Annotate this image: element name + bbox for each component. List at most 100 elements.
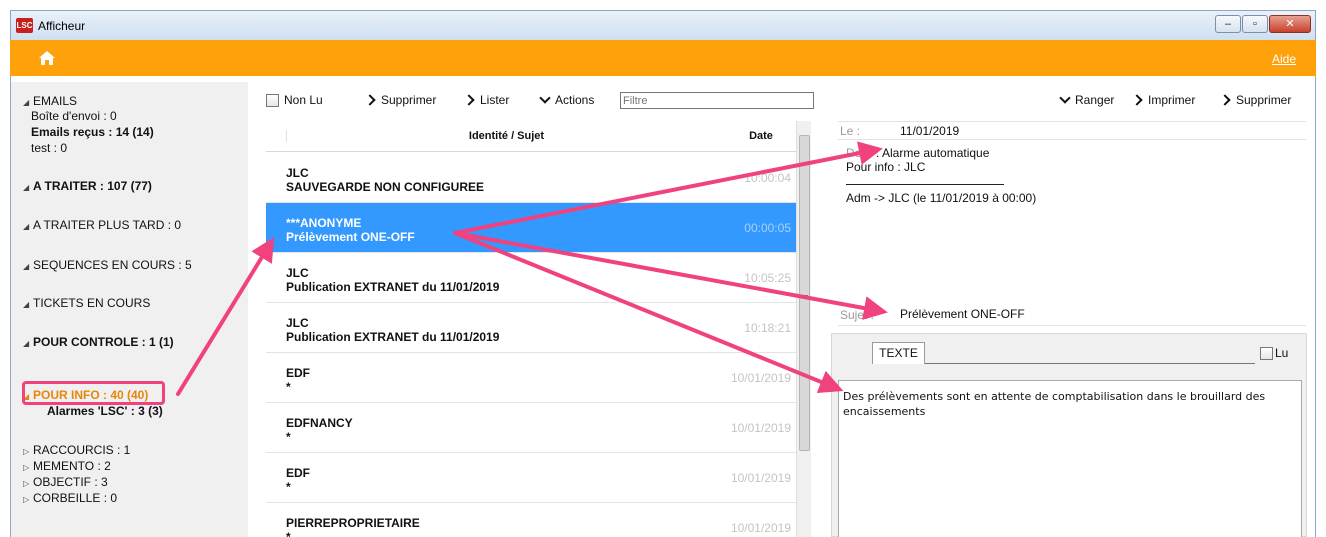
from-label: De : [846, 146, 869, 160]
chevron-right-icon [1221, 94, 1231, 106]
window-controls: ‒ ▫ ✕ [1215, 15, 1311, 33]
chevron-down-icon [540, 94, 550, 106]
sidebar-item-label: A TRAITER : 107 (77) [33, 179, 152, 193]
close-icon: ✕ [1285, 18, 1295, 30]
sidebar-item-test[interactable]: test : 0 [31, 141, 67, 155]
sidebar-item-sequences[interactable]: ◢ SEQUENCES EN COURS : 5 [23, 258, 192, 272]
actions-button[interactable]: Actions [540, 93, 594, 107]
lu-toggle[interactable]: Lu [1260, 346, 1288, 360]
row-sender: JLC [286, 266, 309, 280]
detail-delete-button[interactable]: Supprimer [1221, 93, 1291, 107]
collapsed-triangle-icon: ▷ [23, 447, 30, 456]
sidebar-item-label: MEMENTO : 2 [33, 459, 111, 473]
ranger-button[interactable]: Ranger [1060, 93, 1114, 107]
row-date: 10/01/2019 [730, 471, 791, 485]
expanded-triangle-icon: ◢ [23, 222, 30, 231]
detail-divider [838, 325, 1306, 326]
collapsed-triangle-icon: ▷ [23, 479, 30, 488]
chevron-right-icon [366, 94, 376, 106]
list-header: Identité / Sujet Date [266, 121, 796, 152]
sidebar-item-memento[interactable]: ▷ MEMENTO : 2 [23, 459, 111, 473]
sidebar-item-label: OBJECTIF : 3 [33, 475, 108, 489]
date-label: Le : [840, 124, 861, 138]
row-date: 10:05:25 [744, 271, 791, 285]
row-date: 00:00:05 [744, 221, 791, 235]
sidebar-item-alarmes[interactable]: Alarmes 'LSC' : 3 (3) [47, 404, 163, 418]
sidebar-item-label: CORBEILLE : 0 [33, 491, 118, 505]
row-date: 10/01/2019 [730, 521, 791, 535]
sidebar-item-pour-controle[interactable]: ◢ POUR CONTROLE : 1 (1) [23, 335, 174, 349]
row-date: 10:00:04 [744, 171, 791, 185]
sidebar-item-inbox[interactable]: Emails reçus : 14 (14) [31, 125, 154, 139]
non-lu-filter[interactable]: Non Lu [266, 93, 323, 107]
print-label: Imprimer [1148, 93, 1196, 107]
sidebar-item-a-traiter-plus-tard[interactable]: ◢ A TRAITER PLUS TARD : 0 [23, 218, 181, 232]
expanded-triangle-icon: ◢ [23, 300, 30, 309]
filter-input[interactable] [620, 92, 814, 109]
table-row[interactable]: EDF * 10/01/2019 [266, 453, 796, 503]
non-lu-label: Non Lu [284, 93, 323, 107]
detail-divider [838, 121, 1306, 122]
scrollbar-thumb[interactable]: ≡ [799, 135, 810, 451]
row-sender: PIERREPROPRIETAIRE [286, 516, 420, 530]
table-row[interactable]: JLC SAUVEGARDE NON CONFIGUREE 10:00:04 [266, 153, 796, 203]
row-sender: EDF [286, 466, 310, 480]
table-row[interactable]: EDF * 10/01/2019 [266, 353, 796, 403]
maximize-button[interactable]: ▫ [1242, 15, 1268, 33]
row-sender: JLC [286, 316, 309, 330]
table-row[interactable]: PIERREPROPRIETAIRE * 10/01/2019 [266, 503, 796, 537]
minimize-button[interactable]: ‒ [1215, 15, 1241, 33]
sidebar-item-label: SEQUENCES EN COURS : 5 [33, 258, 192, 272]
sidebar-item-emails[interactable]: ◢ EMAILS [23, 94, 77, 108]
window-title: Afficheur [38, 19, 86, 33]
row-subject: Prélèvement ONE-OFF [286, 230, 415, 244]
message-body-text[interactable]: Des prélèvements sont en attente de comp… [838, 380, 1302, 537]
list-button[interactable]: Lister [465, 93, 509, 107]
sidebar-item-tickets[interactable]: ◢ TICKETS EN COURS [23, 296, 150, 310]
list-label: Lister [480, 93, 510, 107]
sidebar-item-label: A TRAITER PLUS TARD : 0 [33, 218, 182, 232]
sidebar-item-corbeille[interactable]: ▷ CORBEILLE : 0 [23, 491, 117, 505]
row-sender: ***ANONYME [286, 216, 362, 230]
column-header-identity[interactable]: Identité / Sujet [286, 130, 726, 142]
grip-icon: ≡ [803, 292, 809, 302]
collapsed-triangle-icon: ▷ [23, 463, 30, 472]
table-row[interactable]: EDFNANCY * 10/01/2019 [266, 403, 796, 453]
lu-checkbox[interactable] [1260, 346, 1273, 360]
expanded-triangle-icon: ◢ [23, 262, 30, 271]
pour-info-value: Pour info : JLC [846, 160, 926, 174]
row-date: 10:18:21 [744, 321, 791, 335]
list-scrollbar[interactable]: ≡ [796, 121, 811, 537]
home-icon[interactable] [38, 50, 56, 66]
tab-texte[interactable]: TEXTE [872, 342, 925, 364]
row-sender: EDFNANCY [286, 416, 353, 430]
table-row[interactable]: JLC Publication EXTRANET du 11/01/2019 1… [266, 253, 796, 303]
help-link[interactable]: Aide [1272, 52, 1296, 66]
table-row[interactable]: JLC Publication EXTRANET du 11/01/2019 1… [266, 303, 796, 353]
close-button[interactable]: ✕ [1269, 15, 1311, 33]
window-titlebar: LSC Afficheur ‒ ▫ ✕ [10, 10, 1316, 40]
sidebar-item-raccourcis[interactable]: ▷ RACCOURCIS : 1 [23, 443, 130, 457]
sidebar-item-label: RACCOURCIS : 1 [33, 443, 131, 457]
app-logo: LSC [16, 18, 33, 33]
table-row-selected[interactable]: ***ANONYME Prélèvement ONE-OFF 00:00:05 [266, 203, 796, 253]
ranger-label: Ranger [1075, 93, 1115, 107]
delete-label: Supprimer [381, 93, 437, 107]
row-subject: SAUVEGARDE NON CONFIGUREE [286, 180, 485, 194]
sidebar-item-objectif[interactable]: ▷ OBJECTIF : 3 [23, 475, 108, 489]
from-value: : Alarme automatique [876, 146, 990, 160]
non-lu-checkbox[interactable] [266, 93, 279, 107]
sidebar-item-a-traiter[interactable]: ◢ A TRAITER : 107 (77) [23, 179, 152, 193]
message-list: Identité / Sujet Date JLC SAUVEGARDE NON… [266, 121, 811, 537]
expanded-triangle-icon: ◢ [23, 98, 30, 107]
row-sender: EDF [286, 366, 310, 380]
delete-button[interactable]: Supprimer [366, 93, 436, 107]
subject-value: Prélèvement ONE-OFF [900, 307, 1025, 321]
annotation-highlight-box [22, 381, 165, 405]
row-date: 10/01/2019 [730, 421, 791, 435]
print-button[interactable]: Imprimer [1133, 93, 1195, 107]
subject-label: Sujet : [840, 308, 875, 322]
column-header-date[interactable]: Date [726, 130, 796, 142]
sidebar-item-outbox[interactable]: Boîte d'envoi : 0 [31, 109, 117, 123]
row-date: 10/01/2019 [730, 371, 791, 385]
